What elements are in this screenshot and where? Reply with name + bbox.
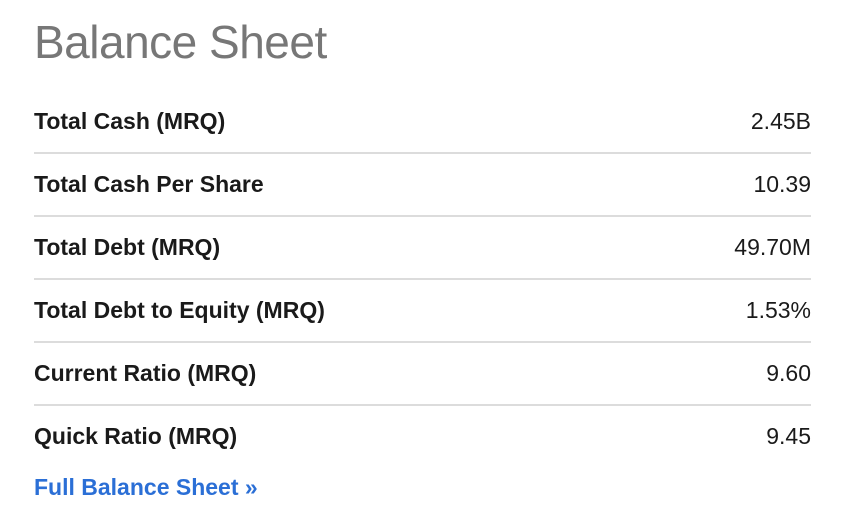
row-label: Total Cash (MRQ) (34, 108, 226, 134)
row-label: Total Cash Per Share (34, 171, 264, 197)
row-label: Total Debt to Equity (MRQ) (34, 297, 325, 323)
row-value: 9.60 (766, 360, 811, 386)
table-row: Total Debt (MRQ) 49.70M (34, 217, 811, 280)
balance-sheet-panel: Balance Sheet Total Cash (MRQ) 2.45B Tot… (0, 0, 852, 532)
table-row: Total Debt to Equity (MRQ) 1.53% (34, 280, 811, 343)
table-row: Total Cash (MRQ) 2.45B (34, 91, 811, 154)
row-value: 1.53% (745, 297, 811, 323)
row-value: 9.45 (766, 423, 811, 449)
row-label: Current Ratio (MRQ) (34, 360, 257, 386)
row-value: 49.70M (734, 234, 811, 260)
table-row: Current Ratio (MRQ) 9.60 (34, 343, 811, 406)
table-row: Quick Ratio (MRQ) 9.45 (34, 406, 811, 467)
row-label: Total Debt (MRQ) (34, 234, 221, 260)
row-value: 10.39 (753, 171, 811, 197)
row-label: Quick Ratio (MRQ) (34, 423, 238, 449)
section-title: Balance Sheet (34, 16, 327, 68)
full-balance-sheet-link[interactable]: Full Balance Sheet » (34, 474, 258, 501)
row-value: 2.45B (750, 108, 811, 134)
balance-sheet-table: Total Cash (MRQ) 2.45B Total Cash Per Sh… (34, 91, 811, 467)
table-row: Total Cash Per Share 10.39 (34, 154, 811, 217)
